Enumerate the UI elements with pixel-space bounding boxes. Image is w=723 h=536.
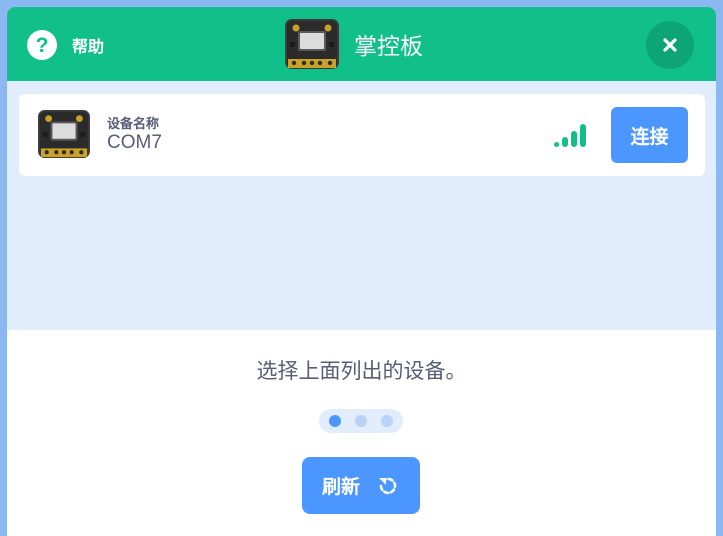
modal-header: ? 帮助 掌控板 — [7, 7, 716, 81]
scanning-indicator — [319, 409, 403, 433]
scanning-dot — [381, 415, 393, 427]
instruction-text: 选择上面列出的设备。 — [256, 360, 467, 383]
help-label: 帮助 — [72, 39, 105, 56]
connection-modal: ? 帮助 掌控板 设备名称 COM7 连接 选择上面列出的设备。 刷新 — [7, 7, 716, 536]
close-x-icon — [663, 38, 677, 52]
modal-footer: 选择上面列出的设备。 刷新 — [7, 330, 716, 536]
question-circle-icon: ? — [27, 30, 57, 60]
mpython-board-icon — [37, 109, 91, 159]
refresh-button[interactable]: 刷新 — [302, 457, 420, 514]
close-button[interactable] — [646, 21, 694, 69]
title-label: 掌控板 — [354, 33, 423, 59]
modal-title: 掌控板 — [284, 18, 423, 70]
device-name: COM7 — [107, 132, 162, 153]
scanning-dot — [329, 415, 341, 427]
device-name-caption: 设备名称 — [107, 116, 160, 131]
scanning-dot — [355, 415, 367, 427]
device-info: 设备名称 COM7 — [107, 117, 162, 155]
device-list-item: 设备名称 COM7 连接 — [19, 94, 705, 176]
refresh-label: 刷新 — [321, 477, 360, 498]
connect-button[interactable]: 连接 — [611, 107, 688, 163]
mpython-board-icon — [284, 18, 340, 70]
signal-strength-icon — [554, 124, 586, 147]
help-button[interactable]: ? 帮助 — [27, 30, 104, 60]
device-list-area: 设备名称 COM7 连接 — [7, 81, 716, 330]
refresh-icon — [379, 477, 397, 494]
